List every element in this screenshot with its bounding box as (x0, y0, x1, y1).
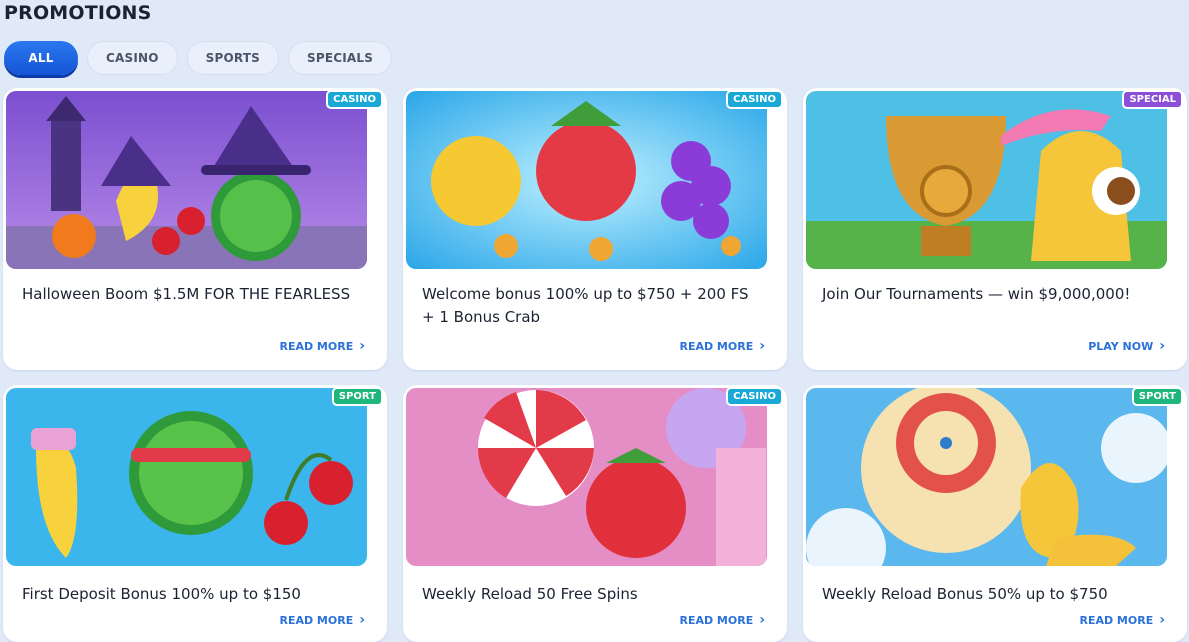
promo-card[interactable]: SPORT First Deposit Bonus 100% up to $15… (3, 385, 387, 642)
promo-image-tournament[interactable] (806, 91, 1167, 269)
tab-casino[interactable]: CASINO (87, 41, 178, 75)
chevron-right-icon: › (759, 338, 765, 354)
category-badge: CASINO (726, 90, 783, 109)
promo-card[interactable]: CASINO Weekly Reload 50 Free Spins READ … (403, 385, 787, 642)
promo-card[interactable]: SPECIAL Join Our Tournaments — win $9,00… (803, 88, 1187, 370)
promo-title: Halloween Boom $1.5M FOR THE FEARLESS (22, 285, 351, 303)
category-badge: CASINO (326, 90, 383, 109)
cta-label: PLAY NOW (1088, 339, 1154, 353)
category-badge: SPORT (331, 387, 383, 406)
read-more-link[interactable]: READ MORE › (279, 339, 365, 353)
tab-sports[interactable]: SPORTS (186, 41, 280, 75)
read-more-link[interactable]: READ MORE › (1079, 613, 1165, 627)
chevron-right-icon: › (759, 612, 765, 628)
category-badge: SPORT (1131, 387, 1183, 406)
promo-image-weekly-reload[interactable] (806, 388, 1167, 566)
promo-image-weekly-spins[interactable] (406, 388, 767, 566)
promo-image-halloween[interactable] (6, 91, 367, 269)
cta-label: READ MORE (279, 339, 354, 353)
cta-label: READ MORE (679, 339, 754, 353)
promo-image-welcome[interactable] (406, 91, 767, 269)
page-title: PROMOTIONS (4, 2, 152, 24)
promo-title: First Deposit Bonus 100% up to $150 (22, 585, 301, 603)
tab-specials[interactable]: SPECIALS (288, 41, 393, 75)
promotion-filter-tabs: ALL CASINO SPORTS SPECIALS (4, 41, 393, 75)
category-badge: SPECIAL (1122, 90, 1183, 109)
promo-card[interactable]: SPORT Weekly Reload Bonus 50% up to $750… (803, 385, 1187, 642)
promo-title: Welcome bonus 100% up to $750 + 200 FS +… (422, 285, 749, 326)
chevron-right-icon: › (359, 338, 365, 354)
play-now-link[interactable]: PLAY NOW › (1088, 339, 1165, 353)
promo-title: Join Our Tournaments — win $9,000,000! (822, 285, 1131, 303)
read-more-link[interactable]: READ MORE › (279, 613, 365, 627)
promo-title: Weekly Reload 50 Free Spins (422, 585, 638, 603)
cta-label: READ MORE (279, 613, 354, 627)
category-badge: CASINO (726, 387, 783, 406)
read-more-link[interactable]: READ MORE › (679, 613, 765, 627)
promo-image-first-deposit[interactable] (6, 388, 367, 566)
chevron-right-icon: › (1159, 338, 1165, 354)
read-more-link[interactable]: READ MORE › (679, 339, 765, 353)
cta-label: READ MORE (679, 613, 754, 627)
cta-label: READ MORE (1079, 613, 1154, 627)
promo-card[interactable]: CASINO Welcome bonus 100% up to $750 + 2… (403, 88, 787, 370)
tab-all[interactable]: ALL (4, 41, 78, 75)
chevron-right-icon: › (1159, 612, 1165, 628)
promo-title: Weekly Reload Bonus 50% up to $750 (822, 585, 1108, 603)
chevron-right-icon: › (359, 612, 365, 628)
promo-card[interactable]: CASINO Halloween Boom $1.5M FOR THE FEAR… (3, 88, 387, 370)
